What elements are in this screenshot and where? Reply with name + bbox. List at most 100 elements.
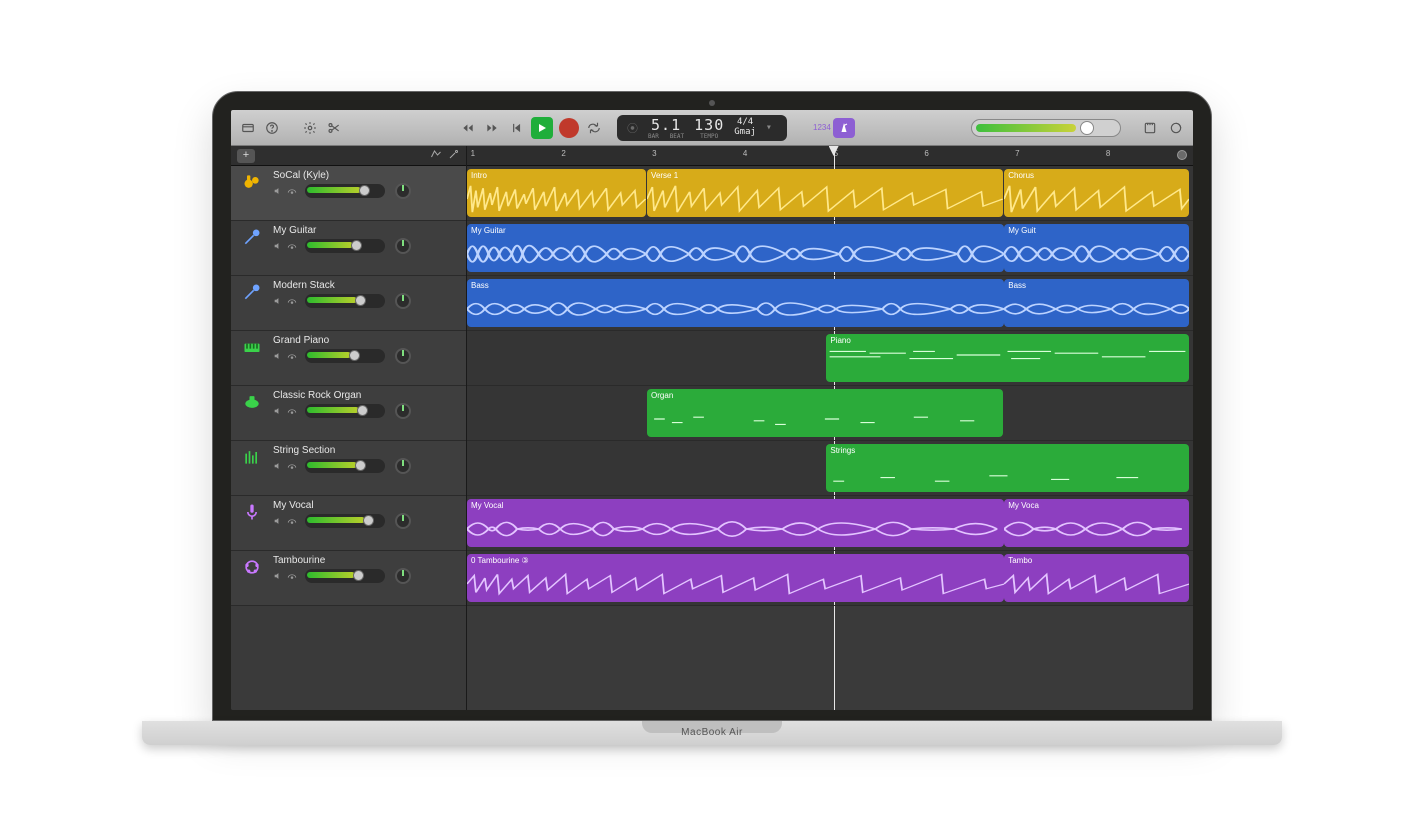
region-tamb-a[interactable]: 0 Tambourine ③ bbox=[467, 554, 1004, 602]
track-mute-solo[interactable] bbox=[273, 351, 297, 361]
track-volume-slider[interactable] bbox=[305, 349, 385, 363]
automation-icon[interactable] bbox=[430, 147, 442, 165]
track-mute-solo[interactable] bbox=[273, 516, 297, 526]
timeline-empty bbox=[467, 606, 1193, 710]
go-to-start-button[interactable] bbox=[507, 119, 525, 137]
track-volume-slider[interactable] bbox=[305, 294, 385, 308]
track-volume-slider[interactable] bbox=[305, 514, 385, 528]
loop-browser-button[interactable] bbox=[1167, 119, 1185, 137]
notepad-button[interactable] bbox=[1141, 119, 1159, 137]
track-mute-solo[interactable] bbox=[273, 461, 297, 471]
region-guitar-a[interactable]: My Guitar bbox=[467, 224, 1004, 272]
track-header[interactable]: My Guitar bbox=[231, 221, 466, 276]
track-name: My Vocal bbox=[273, 500, 458, 511]
track-header[interactable]: String Section bbox=[231, 441, 466, 496]
region-bass-b[interactable]: Bass bbox=[1004, 279, 1189, 327]
track-pan-knob[interactable] bbox=[395, 568, 411, 584]
track-pan-knob[interactable] bbox=[395, 513, 411, 529]
track-name: String Section bbox=[273, 445, 458, 456]
track-header-bar: + bbox=[231, 146, 466, 166]
track-header[interactable]: SoCal (Kyle) bbox=[231, 166, 466, 221]
drumstick-icon[interactable] bbox=[448, 147, 460, 165]
screen-bezel: ⦿ 5.1 BAR BEAT 130 TEMPO 4/4 Gmaj bbox=[212, 91, 1212, 721]
ruler-tick: 8 bbox=[1106, 149, 1110, 158]
track-mute-solo[interactable] bbox=[273, 241, 297, 251]
track-instrument-icon bbox=[239, 445, 265, 493]
lcd-bar: 5 bbox=[651, 116, 661, 134]
transport-controls: ⦿ 5.1 BAR BEAT 130 TEMPO 4/4 Gmaj bbox=[459, 115, 855, 141]
lane-strings[interactable]: Strings bbox=[467, 441, 1193, 496]
track-volume-slider[interactable] bbox=[305, 184, 385, 198]
region-vocal-b[interactable]: My Voca bbox=[1004, 499, 1189, 547]
play-button[interactable] bbox=[531, 117, 553, 139]
master-volume-slider[interactable] bbox=[971, 119, 1121, 137]
track-pan-knob[interactable] bbox=[395, 458, 411, 474]
track-volume-slider[interactable] bbox=[305, 239, 385, 253]
track-instrument-icon bbox=[239, 335, 265, 383]
rewind-button[interactable] bbox=[459, 119, 477, 137]
track-mute-solo[interactable] bbox=[273, 186, 297, 196]
region-drums-chorus[interactable]: Chorus bbox=[1004, 169, 1189, 217]
settings-icon[interactable] bbox=[301, 119, 319, 137]
workspace: + SoCal (Kyle)My GuitarModern Stack Grand… bbox=[231, 146, 1193, 710]
scissors-icon[interactable] bbox=[325, 119, 343, 137]
track-mute-solo[interactable] bbox=[273, 406, 297, 416]
track-instrument-icon bbox=[239, 500, 265, 548]
track-header[interactable]: Grand Piano bbox=[231, 331, 466, 386]
master-volume-knob[interactable] bbox=[1080, 121, 1094, 135]
metronome-icon[interactable] bbox=[833, 118, 855, 138]
region-vocal-a[interactable]: My Vocal bbox=[467, 499, 1004, 547]
app-window: ⦿ 5.1 BAR BEAT 130 TEMPO 4/4 Gmaj bbox=[231, 110, 1193, 710]
timeline-panel[interactable]: 12345678 Intro Verse 1 Chorus bbox=[467, 146, 1193, 710]
track-header[interactable]: Tambourine bbox=[231, 551, 466, 606]
track-pan-knob[interactable] bbox=[395, 293, 411, 309]
track-header[interactable]: My Vocal bbox=[231, 496, 466, 551]
track-header-panel: + SoCal (Kyle)My GuitarModern Stack Grand… bbox=[231, 146, 467, 710]
region-drums-verse[interactable]: Verse 1 bbox=[647, 169, 1003, 217]
track-panel-empty bbox=[231, 606, 466, 710]
lane-drums[interactable]: Intro Verse 1 Chorus bbox=[467, 166, 1193, 221]
region-guitar-b[interactable]: My Guit bbox=[1004, 224, 1189, 272]
end-marker[interactable] bbox=[1177, 150, 1187, 160]
region-strings[interactable]: Strings bbox=[826, 444, 1189, 492]
track-name: Classic Rock Organ bbox=[273, 390, 458, 401]
region-piano[interactable]: Piano bbox=[826, 334, 1189, 382]
forward-button[interactable] bbox=[483, 119, 501, 137]
region-tamb-b[interactable]: Tambo bbox=[1004, 554, 1189, 602]
ruler-tick: 1 bbox=[471, 149, 475, 158]
region-drums-intro[interactable]: Intro bbox=[467, 169, 646, 217]
cycle-button[interactable] bbox=[585, 119, 603, 137]
lane-piano[interactable]: Piano bbox=[467, 331, 1193, 386]
ruler-tick: 2 bbox=[561, 149, 565, 158]
track-volume-slider[interactable] bbox=[305, 459, 385, 473]
track-pan-knob[interactable] bbox=[395, 348, 411, 364]
lcd-tempo: 130 bbox=[694, 116, 724, 134]
track-pan-knob[interactable] bbox=[395, 238, 411, 254]
track-header[interactable]: Modern Stack bbox=[231, 276, 466, 331]
region-bass-a[interactable]: Bass bbox=[467, 279, 1004, 327]
record-button[interactable] bbox=[559, 118, 579, 138]
help-button[interactable] bbox=[263, 119, 281, 137]
track-name: Grand Piano bbox=[273, 335, 458, 346]
track-pan-knob[interactable] bbox=[395, 183, 411, 199]
track-pan-knob[interactable] bbox=[395, 403, 411, 419]
track-volume-slider[interactable] bbox=[305, 404, 385, 418]
lane-organ[interactable]: Organ bbox=[467, 386, 1193, 441]
lane-vocal[interactable]: My Vocal My Voca bbox=[467, 496, 1193, 551]
add-track-button[interactable]: + bbox=[237, 149, 255, 163]
lcd-display[interactable]: ⦿ 5.1 BAR BEAT 130 TEMPO 4/4 Gmaj bbox=[617, 115, 787, 141]
lane-bass[interactable]: Bass Bass bbox=[467, 276, 1193, 331]
track-volume-slider[interactable] bbox=[305, 569, 385, 583]
track-mute-solo[interactable] bbox=[273, 571, 297, 581]
track-instrument-icon bbox=[239, 555, 265, 603]
library-button[interactable] bbox=[239, 119, 257, 137]
laptop-base: MacBook Air bbox=[142, 721, 1282, 745]
count-in[interactable]: 1234 bbox=[813, 118, 855, 138]
region-organ[interactable]: Organ bbox=[647, 389, 1003, 437]
lane-tambourine[interactable]: 0 Tambourine ③ Tambo bbox=[467, 551, 1193, 606]
ruler[interactable]: 12345678 bbox=[467, 146, 1193, 166]
lane-guitar[interactable]: My Guitar My Guit bbox=[467, 221, 1193, 276]
track-header[interactable]: Classic Rock Organ bbox=[231, 386, 466, 441]
ruler-tick: 6 bbox=[924, 149, 928, 158]
track-mute-solo[interactable] bbox=[273, 296, 297, 306]
